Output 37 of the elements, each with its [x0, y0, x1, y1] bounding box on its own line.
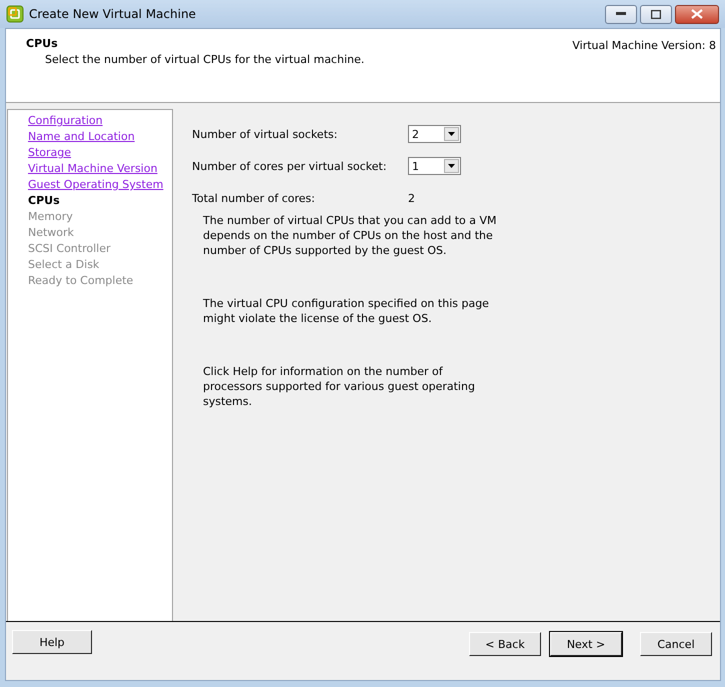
dropdown[interactable]: 1 — [408, 157, 461, 175]
minimize-icon — [616, 12, 626, 16]
step-item: Memory — [28, 209, 74, 225]
step-item[interactable]: Virtual Machine Version — [28, 161, 172, 177]
step-item: Ready to Complete — [28, 273, 134, 289]
close-icon — [691, 9, 703, 19]
dropdown-arrow-icon — [448, 164, 455, 168]
dropdown[interactable]: 2 — [408, 125, 461, 143]
total-label: Total number of cores: — [192, 192, 316, 204]
minimize-button[interactable] — [605, 4, 637, 24]
window-title: Create New Virtual Machine — [29, 7, 196, 21]
info-text: The number of virtual CPUs that you can add to a VM depends on the number of CPUs on the host and the number of CPUs supported by the guest OS. — [203, 213, 498, 258]
maximize-button[interactable] — [640, 4, 672, 24]
back-button[interactable]: < Back — [469, 632, 541, 656]
step-item[interactable]: Name and Location — [28, 129, 172, 145]
field-label: Number of virtual sockets: — [192, 128, 338, 140]
info-text: The virtual CPU configuration specified on this page might violate the license of the guest OS. — [203, 296, 490, 326]
step-item: Select a Disk — [28, 257, 100, 273]
step-item[interactable]: Storage — [28, 145, 172, 161]
info-text: Click Help for information on the number of processors supported for various guest operating systems. — [203, 364, 476, 409]
help-button[interactable]: Help — [12, 630, 92, 654]
step-item: Network — [28, 225, 75, 241]
step-item[interactable]: Configuration — [28, 113, 172, 129]
field-label: Number of cores per virtual socket: — [192, 160, 388, 172]
maximize-icon — [651, 10, 661, 18]
version-label: Virtual Machine Version: 8 — [572, 38, 716, 54]
cancel-button[interactable]: Cancel — [640, 632, 712, 656]
page-subtitle: Select the number of virtual CPUs for the virtual machine. — [44, 53, 364, 66]
app-icon — [6, 5, 24, 23]
close-button[interactable] — [675, 4, 719, 24]
step-item: CPUs — [28, 193, 61, 209]
page-title: CPUs — [26, 37, 59, 50]
next-button[interactable]: Next > — [550, 632, 622, 656]
step-item[interactable]: Guest Operating System — [28, 177, 172, 193]
total-value: 2 — [408, 192, 415, 204]
dropdown-arrow-icon — [448, 132, 455, 136]
step-item: SCSI Controller — [28, 241, 112, 257]
